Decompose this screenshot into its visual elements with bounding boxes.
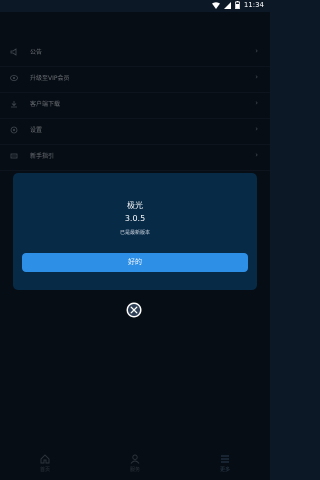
signal-icon — [223, 1, 231, 9]
version-dialog: 极光 3.0.5 已是最新版本 好的 — [13, 173, 257, 290]
wifi-icon — [211, 1, 220, 9]
dialog-title: 极光 — [127, 201, 143, 210]
status-time: 11:34 — [243, 1, 264, 9]
close-icon[interactable] — [126, 302, 142, 318]
status-bar: 11:34 — [0, 0, 270, 12]
ok-button[interactable]: 好的 — [22, 253, 248, 272]
dialog-version: 3.0.5 — [124, 214, 146, 223]
battery-icon — [234, 1, 240, 9]
status-icons: 11:34 — [211, 1, 264, 9]
dialog-subtitle: 已是最新版本 — [119, 230, 150, 236]
